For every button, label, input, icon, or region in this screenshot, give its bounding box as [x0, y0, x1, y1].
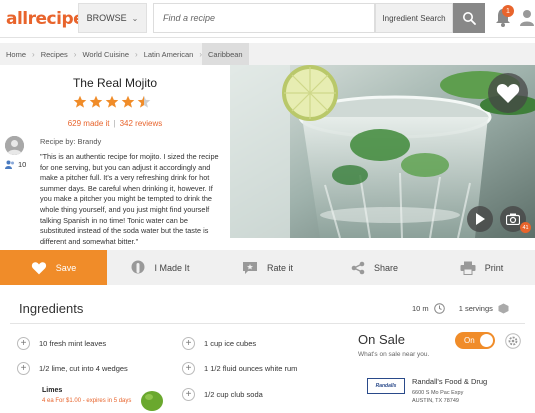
ingredient-item[interactable]: + 10 fresh mint leaves — [17, 337, 106, 350]
clock-icon — [433, 303, 445, 314]
store-address-line-2: AUSTIN, TX 78749 — [412, 398, 459, 404]
followers-icon — [5, 160, 14, 169]
prep-time: 10 m — [412, 304, 429, 313]
on-sale-toggle[interactable]: On — [455, 332, 495, 349]
star-full-icon — [73, 95, 87, 108]
share-button[interactable]: Share — [321, 250, 428, 285]
search-input[interactable]: Find a recipe — [153, 3, 375, 33]
deal-item-name: Limes — [42, 387, 63, 394]
ingredient-item[interactable]: + 1 cup ice cubes — [182, 337, 256, 350]
browse-label: BROWSE — [86, 13, 127, 23]
breadcrumb-home[interactable]: Home — [0, 43, 32, 65]
share-label: Share — [373, 262, 399, 273]
followers-count: 10 — [18, 160, 27, 169]
camera-icon — [506, 213, 520, 225]
ingredient-label: 1/2 cup club soda — [204, 390, 263, 399]
photo-count-badge: 41 — [520, 222, 531, 233]
star-full-icon — [105, 95, 119, 108]
star-half-icon — [137, 95, 151, 108]
servings-adjust-icon[interactable] — [498, 303, 509, 314]
breadcrumb-latin-american[interactable]: Latin American — [138, 43, 200, 65]
ingredient-label: 1 cup ice cubes — [204, 339, 257, 348]
ingredient-label: 1 1/2 fluid ounces white rum — [204, 364, 298, 373]
breadcrumb: Home › Recipes › World Cuisine › Latin A… — [0, 43, 535, 65]
ingredient-label: 10 fresh mint leaves — [39, 339, 107, 348]
store-logo[interactable]: Randalls — [367, 378, 405, 394]
rating-stars[interactable] — [73, 95, 151, 109]
rate-button[interactable]: Rate it — [214, 250, 321, 285]
made-it-label: I Made It — [154, 262, 190, 273]
author-avatar[interactable] — [5, 136, 24, 155]
add-to-list-icon[interactable]: + — [182, 362, 195, 375]
star-full-icon — [121, 95, 135, 108]
store-address: 6600 S Mo Pac Expy AUSTIN, TX 78749 — [412, 389, 463, 405]
share-icon — [351, 261, 365, 274]
made-it-count[interactable]: 629 made it — [68, 119, 110, 128]
store-name[interactable]: Randall's Food & Drug — [412, 377, 487, 386]
print-button[interactable]: Print — [428, 250, 535, 285]
star-full-icon — [89, 95, 103, 108]
made-it-button[interactable]: I Made It — [107, 250, 214, 285]
chevron-down-icon: ⌄ — [131, 13, 139, 23]
ingredient-item[interactable]: + 1/2 cup club soda — [182, 388, 263, 401]
site-header: allrecipes BROWSE ⌄ Find a recipe Ingred… — [0, 0, 535, 38]
search-icon — [463, 12, 476, 25]
recipe-stats: 629 made it | 342 reviews — [67, 119, 163, 128]
heart-icon — [31, 261, 46, 274]
ingredient-item[interactable]: + 1 1/2 fluid ounces white rum — [182, 362, 297, 375]
search-button[interactable] — [453, 3, 485, 33]
chef-hat-icon — [131, 260, 145, 273]
add-to-list-icon[interactable]: + — [17, 337, 30, 350]
recipe-meta: 10 m 1 servings — [412, 303, 509, 314]
recipe-title: The Real Mojito — [72, 76, 158, 90]
toggle-knob — [480, 334, 493, 347]
store-address-line-1: 6600 S Mo Pac Expy — [412, 390, 464, 396]
user-icon — [5, 136, 24, 155]
play-icon — [476, 213, 485, 225]
breadcrumb-world-cuisine[interactable]: World Cuisine — [76, 43, 135, 65]
user-icon[interactable] — [518, 6, 535, 28]
favorite-button[interactable] — [488, 73, 528, 113]
play-video-button[interactable] — [467, 206, 493, 232]
action-bar: Save I Made It Rate it Share Print — [0, 250, 535, 285]
printer-icon — [460, 261, 476, 275]
breadcrumb-caribbean[interactable]: Caribbean — [201, 43, 249, 65]
recipe-description: "This is an authentic recipe for mojito.… — [40, 152, 219, 246]
ingredient-search-button[interactable]: Ingredient Search — [375, 3, 453, 33]
rate-label: Rate it — [266, 262, 293, 273]
on-sale-heading: On Sale — [358, 332, 405, 347]
save-button[interactable]: Save — [0, 250, 107, 285]
lime-image — [141, 391, 163, 411]
add-to-list-icon[interactable]: + — [182, 388, 195, 401]
speech-bubble-icon — [242, 261, 257, 274]
servings-count[interactable]: 1 servings — [459, 304, 493, 313]
add-to-list-icon[interactable]: + — [17, 362, 30, 375]
on-sale-subtitle: What's on sale near you. — [358, 351, 430, 358]
divider — [10, 323, 525, 324]
followers: 10 — [5, 160, 26, 169]
add-to-list-icon[interactable]: + — [182, 337, 195, 350]
ingredient-label: 1/2 lime, cut into 4 wedges — [39, 364, 128, 373]
browse-button[interactable]: BROWSE ⌄ — [78, 3, 147, 33]
save-label: Save — [55, 262, 77, 273]
ingredients-heading: Ingredients — [19, 301, 84, 316]
reviews-count[interactable]: 342 reviews — [120, 119, 163, 128]
gear-icon[interactable] — [505, 333, 521, 349]
heart-icon — [496, 83, 520, 103]
print-label: Print — [484, 262, 504, 273]
breadcrumb-recipes[interactable]: Recipes — [35, 43, 74, 65]
notification-badge: 1 — [502, 5, 514, 17]
toggle-label: On — [464, 336, 475, 345]
deal-text[interactable]: 4 ea For $1.00 - expires in 5 days — [42, 398, 131, 404]
recipe-author[interactable]: Recipe by: Brandy — [40, 137, 101, 146]
ingredient-item[interactable]: + 1/2 lime, cut into 4 wedges — [17, 362, 128, 375]
